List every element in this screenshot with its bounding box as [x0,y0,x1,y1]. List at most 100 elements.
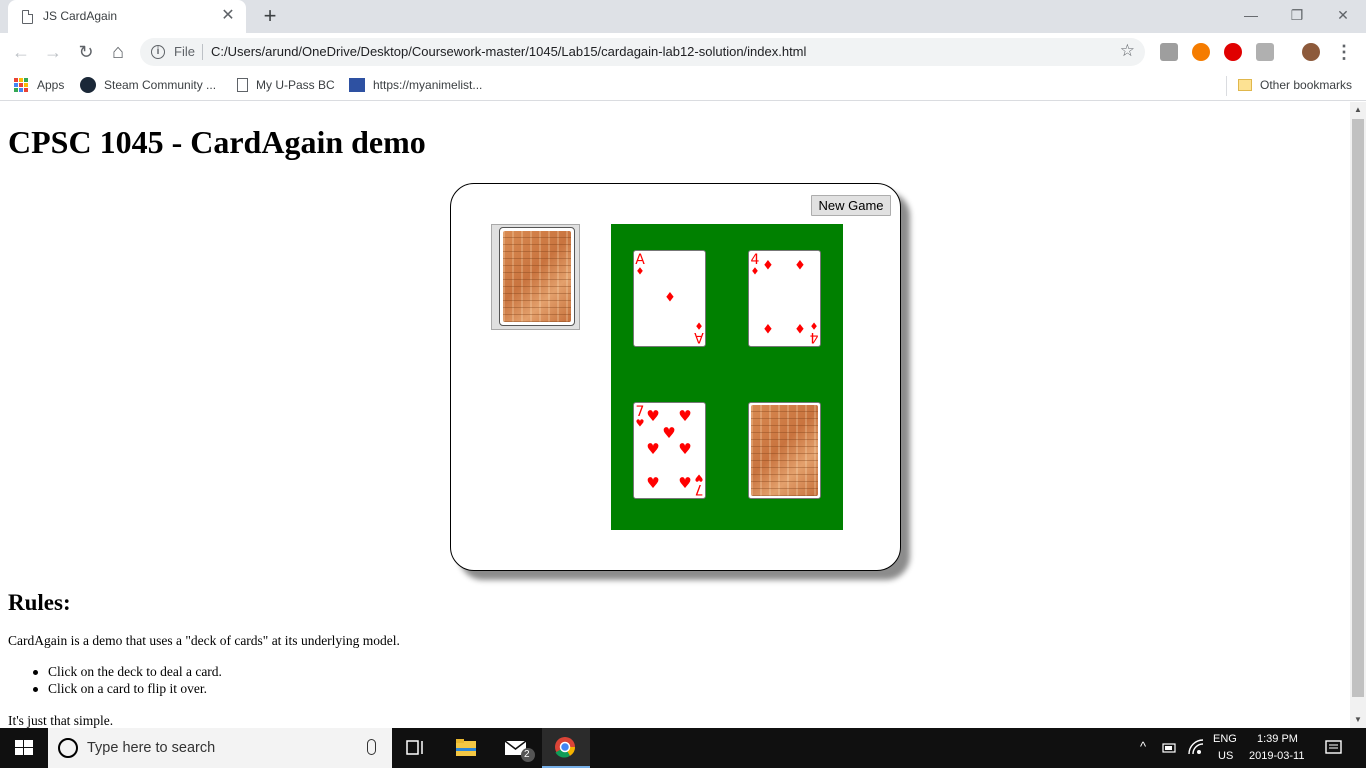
task-view-icon[interactable] [392,728,440,768]
bookmark-label: Other bookmarks [1260,77,1353,92]
avatar[interactable] [1302,43,1320,61]
bookmark-label: My U-Pass BC [256,77,335,92]
taskbar: Type here to search 2 ^ ENG US 1:39 PM 2… [0,728,1366,768]
card-face: A♦A♦♦ [635,252,704,345]
region-indicator: US [1218,750,1234,762]
mail-badge: 2 [524,749,530,760]
card-back-art [751,405,818,496]
adblock-extension-icon[interactable] [1224,43,1242,61]
pip-icon: ♥ [646,440,659,458]
reload-button[interactable]: ↻ [74,40,98,64]
scroll-thumb[interactable] [1352,119,1364,697]
fire-extension-icon[interactable] [1192,43,1210,61]
forward-button[interactable]: → [41,40,65,64]
windows-logo-icon [15,740,33,755]
bookmark-label: https://myanimelist... [373,77,483,92]
card-face: 7♥7♥♥ ♥♥♥ ♥♥ ♥ [636,404,704,497]
deck-card-back[interactable] [499,227,575,326]
page-icon [237,77,248,92]
bookmark-steam[interactable]: Steam Community ... [80,77,216,95]
mail-icon[interactable]: 2 [492,728,540,768]
home-button[interactable]: ⌂ [106,40,130,64]
tab-strip: JS CardAgain ✕ + — ❐ ✕ [0,0,1366,33]
address-bar[interactable]: i File C:/Users/arund/OneDrive/Desktop/C… [140,38,1145,66]
pip-icon: ♦ [794,323,806,338]
start-button[interactable] [0,728,48,768]
suit-icon: ♦ [636,267,645,278]
apps-grid-icon [14,77,28,92]
card-four-of-diamonds[interactable]: 4 ♦ 4 ♦ ♦ ♦ ♦ ♦ [748,250,821,347]
pip-icon: ♦ [762,323,774,338]
pip-icon: ♦ [664,291,676,306]
bookmark-myanimelist[interactable]: https://myanimelist... [349,77,482,95]
back-button[interactable]: ← [9,40,33,64]
list-item: Click on the deck to deal a card. [33,664,222,679]
restore-button[interactable]: ❐ [1274,0,1320,30]
minimize-button[interactable]: — [1228,0,1274,30]
page-icon [22,10,33,24]
pip-icon: ♥ [678,440,691,458]
suit-icon: ♥ [694,472,703,483]
pip-icon: ♥ [662,424,675,442]
new-game-button[interactable]: New Game [811,195,891,216]
suit-icon: ♦ [695,320,704,331]
bookmark-apps[interactable]: Apps [14,77,64,95]
tab-close-icon[interactable]: ✕ [218,6,238,26]
bookmark-label: Steam Community ... [104,78,217,92]
clock-date: 2019-03-11 [1249,750,1305,762]
bookmark-label: Apps [37,77,65,92]
tab-title: JS CardAgain [43,9,118,23]
game-frame: New Game A ♦ A ♦ ♦ 4 ♦ 4 ♦ ♦ ♦ ♦ ♦ 7 ♥ 7 ♥ ♥ ♥ ♥ ♥ ♥ ♥ ♥ [450,183,901,571]
close-window-button[interactable]: ✕ [1320,0,1366,30]
pip-icon: ♥ [646,474,659,492]
card-table: A ♦ A ♦ ♦ 4 ♦ 4 ♦ ♦ ♦ ♦ ♦ 7 ♥ 7 ♥ ♥ ♥ ♥ ♥ ♥ ♥ ♥ [611,224,843,530]
rules-list: Click on the deck to deal a card. Click … [33,664,222,698]
card-seven-of-hearts[interactable]: 7 ♥ 7 ♥ ♥ ♥ ♥ ♥ ♥ ♥ ♥ [633,402,706,499]
tray-chevron-icon[interactable]: ^ [1140,739,1146,754]
bookmark-upass[interactable]: My U-Pass BC [237,77,335,95]
scroll-up-arrow-icon[interactable]: ▲ [1350,102,1366,118]
card-back-art [503,231,571,322]
pip-icon: ♦ [794,259,806,274]
suit-icon: ♦ [810,320,819,331]
rules-heading: Rules: [8,590,71,615]
deck[interactable] [491,224,580,330]
browser-toolbar: ← → ↻ ⌂ i File C:/Users/arund/OneDrive/D… [0,33,1366,71]
chrome-taskbar-icon[interactable] [542,728,590,768]
card-ace-of-diamonds[interactable]: A ♦ A ♦ ♦ [633,250,706,347]
list-item: Click on a card to flip it over. [33,681,222,698]
page-viewport: CPSC 1045 - CardAgain demo New Game A ♦ A ♦… [0,102,1350,728]
url-separator [202,44,203,60]
suit-icon: ♥ [636,419,645,430]
microphone-icon[interactable] [367,739,376,755]
battery-icon[interactable] [1160,728,1180,768]
bookmark-separator [1226,76,1227,96]
file-explorer-icon[interactable] [442,728,490,768]
chrome-menu-icon[interactable]: ⋮ [1332,40,1356,64]
cortana-icon [58,738,78,758]
new-tab-button[interactable]: + [258,4,282,28]
camera-extension-icon[interactable] [1160,43,1178,61]
info-icon[interactable]: i [151,45,165,59]
rules-closing: It's just that simple. [8,713,114,728]
wifi-icon[interactable] [1186,728,1206,768]
bookmark-other[interactable]: Other bookmarks [1238,77,1352,95]
language-indicator[interactable]: ENG [1213,733,1237,745]
search-placeholder: Type here to search [87,740,216,756]
clock-time[interactable]: 1:39 PM [1257,733,1298,745]
vertical-scrollbar[interactable]: ▲ ▼ [1350,102,1366,728]
card-face-down[interactable] [748,402,821,499]
steam-icon [80,77,96,93]
bookmark-star-icon[interactable]: ☆ [1120,41,1135,61]
taskbar-search[interactable]: Type here to search [48,728,392,768]
card-face: 4♦4♦♦ ♦♦ ♦ [751,252,819,345]
notification-center-icon[interactable] [1318,728,1348,768]
bookmarks-bar: Apps Steam Community ... My U-Pass BC ht… [0,71,1366,101]
url-text[interactable]: C:/Users/arund/OneDrive/Desktop/Coursewo… [211,44,806,59]
browser-tab[interactable]: JS CardAgain ✕ [8,0,246,33]
gitzip-extension-icon[interactable] [1256,43,1274,61]
pip-icon: ♥ [678,474,691,492]
scroll-down-arrow-icon[interactable]: ▼ [1350,712,1366,728]
folder-icon [1238,78,1252,91]
url-scheme-label: File [174,44,195,59]
